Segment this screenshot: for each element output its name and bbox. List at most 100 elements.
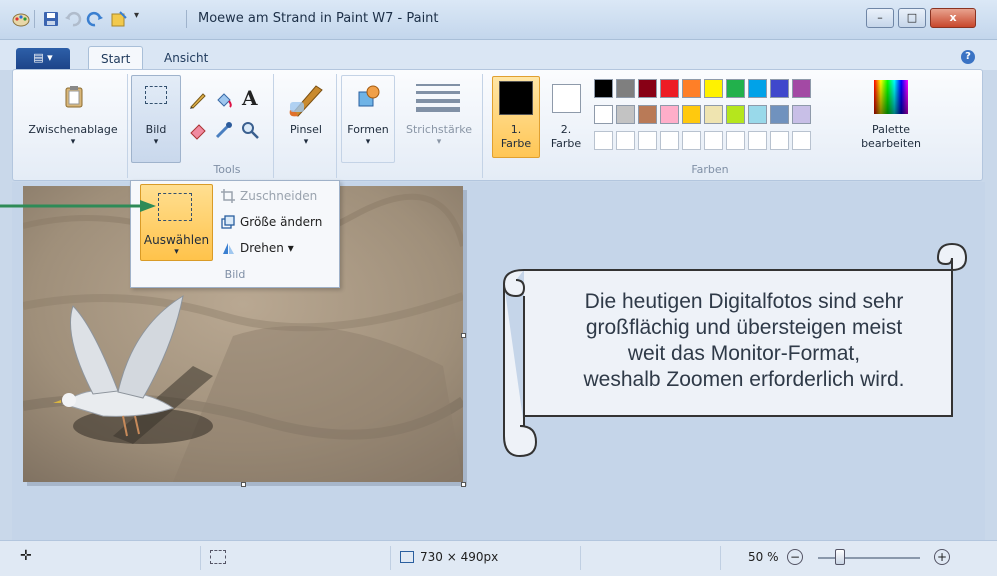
custom-color-slot-4[interactable] xyxy=(660,131,679,150)
image-size-text: 730 × 490px xyxy=(420,550,499,564)
zoom-level-text: 50 % xyxy=(748,550,779,564)
paint-app-icon[interactable] xyxy=(12,10,30,28)
palette-swatch-row1-8[interactable] xyxy=(748,79,767,98)
cursor-position-icon: ✛ xyxy=(20,548,32,564)
resize-menu-item[interactable]: Größe ändern xyxy=(240,215,322,229)
minimize-button[interactable]: – xyxy=(866,8,894,28)
status-separator xyxy=(390,546,391,570)
close-button[interactable]: x xyxy=(930,8,976,28)
custom-color-slot-6[interactable] xyxy=(704,131,723,150)
custom-color-slot-10[interactable] xyxy=(792,131,811,150)
text-tool-icon[interactable]: A xyxy=(242,86,264,110)
callout-line-3: weit das Monitor-Format, xyxy=(627,342,861,365)
palette-row-1 xyxy=(594,79,811,98)
tab-start[interactable]: Start xyxy=(88,46,144,70)
custom-color-slot-9[interactable] xyxy=(770,131,789,150)
help-icon[interactable]: ? xyxy=(961,50,975,64)
tab-row xyxy=(0,40,997,70)
resize-handle-corner[interactable] xyxy=(461,482,466,487)
palette-swatch-row2-3[interactable] xyxy=(638,105,657,124)
status-separator xyxy=(200,546,201,570)
palette-swatch-row1-4[interactable] xyxy=(660,79,679,98)
resize-handle-bottom[interactable] xyxy=(241,482,246,487)
qa-separator xyxy=(34,10,35,28)
stroke-width-label: Strichstärke xyxy=(406,123,472,136)
clipboard-icon xyxy=(63,85,85,109)
zoom-out-button[interactable]: − xyxy=(787,549,803,565)
callout-line-2: großflächig und übersteigen meist xyxy=(585,316,903,339)
group-separator xyxy=(127,74,128,178)
zoom-in-button[interactable]: + xyxy=(934,549,950,565)
edit-palette-label: Palette xyxy=(871,123,911,136)
callout-line-4: weshalb Zoomen erforderlich wird. xyxy=(583,368,905,391)
palette-swatch-row1-6[interactable] xyxy=(704,79,723,98)
palette-swatch-row2-7[interactable] xyxy=(726,105,745,124)
pencil-icon[interactable] xyxy=(188,90,208,110)
select-icon xyxy=(158,193,192,221)
save-icon[interactable] xyxy=(42,10,60,28)
palette-swatch-row1-2[interactable] xyxy=(616,79,635,98)
palette-row-2 xyxy=(594,105,811,124)
palette-swatch-row2-5[interactable] xyxy=(682,105,701,124)
palette-row-3 xyxy=(594,131,811,150)
color-picker-icon[interactable] xyxy=(214,120,234,140)
select-label: Auswählen xyxy=(143,233,210,247)
palette-swatch-row2-9[interactable] xyxy=(770,105,789,124)
group-separator xyxy=(273,74,274,178)
palette-swatch-row2-8[interactable] xyxy=(748,105,767,124)
custom-color-slot-7[interactable] xyxy=(726,131,745,150)
clipboard-arrow-icon: ▾ xyxy=(70,137,76,147)
resize-handle-right[interactable] xyxy=(461,333,466,338)
tab-ansicht[interactable]: Ansicht xyxy=(152,46,220,70)
brush-icon[interactable] xyxy=(286,80,326,118)
redo-icon[interactable] xyxy=(86,10,104,28)
stroke-width-icon[interactable] xyxy=(416,82,460,112)
palette-swatch-row1-1[interactable] xyxy=(594,79,613,98)
palette-swatch-row2-2[interactable] xyxy=(616,105,635,124)
zoom-slider-thumb[interactable] xyxy=(834,549,845,565)
group-separator xyxy=(336,74,337,178)
zoom-slider-track[interactable] xyxy=(818,557,920,559)
color1-swatch xyxy=(499,81,533,115)
crop-menu-item[interactable]: Zuschneiden xyxy=(240,189,317,203)
image-label: Bild xyxy=(145,123,167,136)
status-separator xyxy=(720,546,721,570)
fill-icon[interactable] xyxy=(214,90,234,110)
edit-palette-label-2: bearbeiten xyxy=(861,137,921,150)
clipboard-label: Zwischenablage xyxy=(28,123,118,136)
magnifier-icon[interactable] xyxy=(240,120,260,140)
custom-color-slot-8[interactable] xyxy=(748,131,767,150)
eraser-icon[interactable] xyxy=(188,120,208,140)
callout-line-1: Die heutigen Digitalfotos sind sehr xyxy=(584,290,904,313)
palette-swatch-row1-7[interactable] xyxy=(726,79,745,98)
undo-icon[interactable] xyxy=(64,10,82,28)
palette-swatch-row2-6[interactable] xyxy=(704,105,723,124)
custom-color-slot-2[interactable] xyxy=(616,131,635,150)
palette-swatch-row2-4[interactable] xyxy=(660,105,679,124)
palette-swatch-row1-10[interactable] xyxy=(792,79,811,98)
color1-label: Farbe xyxy=(500,137,532,150)
palette-swatch-row1-9[interactable] xyxy=(770,79,789,98)
customize-qa-icon[interactable]: ▾ xyxy=(134,10,146,28)
custom-color-slot-3[interactable] xyxy=(638,131,657,150)
palette-swatch-row2-10[interactable] xyxy=(792,105,811,124)
image-size-icon xyxy=(400,551,414,563)
color2-swatch[interactable] xyxy=(552,84,581,113)
file-menu-button[interactable]: ▤ ▾ xyxy=(16,48,70,69)
maximize-button[interactable]: □ xyxy=(898,8,926,28)
edit-palette-icon-shade xyxy=(874,80,908,114)
custom-color-slot-1[interactable] xyxy=(594,131,613,150)
shapes-arrow-icon: ▾ xyxy=(365,137,371,147)
title-bar xyxy=(0,0,997,40)
resize-icon xyxy=(221,215,235,229)
custom-color-slot-5[interactable] xyxy=(682,131,701,150)
rotate-menu-item[interactable]: Drehen ▾ xyxy=(240,241,294,255)
rotate-icon xyxy=(221,241,235,255)
pointer-arrow xyxy=(0,200,156,212)
palette-swatch-row2-1[interactable] xyxy=(594,105,613,124)
shapes-icon xyxy=(356,84,382,110)
properties-icon[interactable] xyxy=(110,10,128,28)
shapes-label: Formen xyxy=(347,123,389,136)
palette-swatch-row1-5[interactable] xyxy=(682,79,701,98)
palette-swatch-row1-3[interactable] xyxy=(638,79,657,98)
